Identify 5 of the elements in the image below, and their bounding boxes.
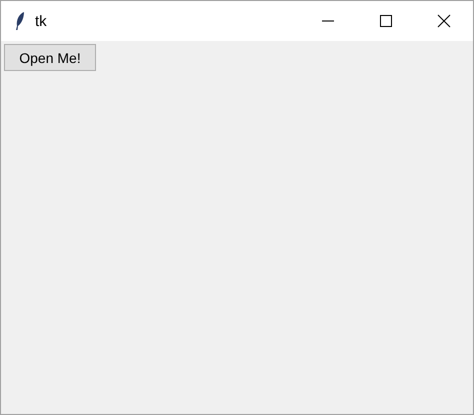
window-title: tk (35, 12, 48, 30)
close-icon (437, 14, 451, 28)
feather-icon (15, 11, 25, 31)
maximize-icon (380, 15, 392, 27)
open-button[interactable]: Open Me! (4, 44, 96, 71)
